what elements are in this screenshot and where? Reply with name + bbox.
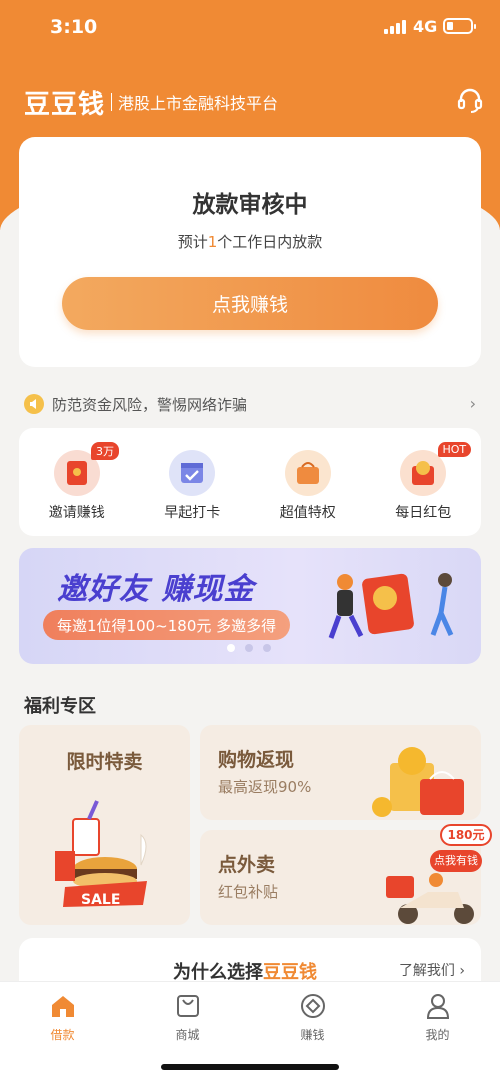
headset-icon[interactable] — [456, 86, 484, 114]
app-header: 豆豆钱 港股上市金融科技平台 — [24, 84, 484, 120]
quick-privilege[interactable]: 超值特权 — [250, 428, 366, 536]
quick-badge: 3万 — [91, 442, 119, 460]
tab-mine[interactable]: 我的 — [375, 982, 500, 1082]
app-slogan: 港股上市金融科技平台 — [118, 94, 279, 113]
takeout-card[interactable]: 点外卖 红包补贴 180元 点我有钱 — [200, 824, 492, 925]
shopping-bag-icon — [174, 992, 202, 1020]
banner-illustration — [328, 573, 454, 639]
flash-sale-title: 限时特卖 — [66, 751, 143, 773]
takeout-title: 点外卖 — [218, 854, 276, 876]
takeout-subtitle: 红包补贴 — [218, 883, 279, 901]
price-bubble: 180元 — [440, 824, 492, 846]
notice-text: 防范资金风险，警惕网络诈骗 — [52, 395, 248, 414]
cashback-title: 购物返现 — [218, 749, 295, 771]
fraud-notice[interactable]: 防范资金风险，警惕网络诈骗 › — [24, 392, 476, 416]
signal-icon — [384, 20, 406, 34]
subtitle-suffix: 个工作日内放款 — [217, 233, 323, 251]
loan-status-subtitle: 预计1个工作日内放款 — [19, 231, 481, 252]
quick-invite[interactable]: 3万 邀请赚钱 — [19, 428, 135, 536]
quick-daily-redpacket[interactable]: HOT 每日红包 — [366, 428, 482, 536]
tab-label: 借款 — [50, 1028, 75, 1042]
header-divider — [111, 93, 113, 111]
earn-icon — [299, 992, 327, 1020]
about-us-label: 了解我们 — [398, 963, 455, 979]
battery-icon — [443, 18, 476, 34]
earn-money-button[interactable]: 点我赚钱 — [62, 277, 438, 330]
app-logo: 豆豆钱 — [24, 89, 106, 120]
section-title: 福利专区 — [24, 696, 96, 717]
flash-sale-card[interactable]: 限时特卖 SALE — [19, 725, 190, 925]
quick-badge: HOT — [437, 442, 472, 457]
speaker-icon — [24, 394, 44, 414]
takeout-tag: 点我有钱 — [430, 850, 482, 872]
quick-label: 每日红包 — [395, 505, 452, 521]
subtitle-days: 1 — [207, 233, 218, 251]
subtitle-prefix: 预计 — [177, 233, 208, 251]
network-type: 4G — [413, 17, 438, 36]
loan-status-title: 放款审核中 — [192, 192, 308, 218]
quick-actions: 3万 邀请赚钱 早起打卡 超值特权 HOT 每日红包 — [19, 428, 481, 536]
loan-status-card: 放款审核中 预计1个工作日内放款 点我赚钱 — [19, 137, 481, 367]
status-bar: 3:10 4G — [0, 0, 500, 54]
tab-label: 商城 — [175, 1028, 200, 1042]
tab-label: 我的 — [425, 1028, 450, 1042]
calendar-check-icon — [169, 450, 216, 496]
cashback-card[interactable]: 购物返现 最高返现90% — [200, 725, 481, 820]
banner-subtitle: 每邀1位得100~180元 多邀多得 — [43, 610, 291, 640]
why-prefix: 为什么选择 — [173, 962, 263, 983]
profile-icon — [424, 992, 452, 1020]
carousel-dots — [227, 644, 271, 652]
delivery-scooter-illustration — [386, 873, 474, 924]
quick-label: 早起打卡 — [164, 505, 221, 521]
sale-tag: SALE — [81, 892, 121, 908]
tab-loan[interactable]: 借款 — [0, 982, 125, 1082]
about-us-link[interactable]: 了解我们 › — [399, 960, 465, 980]
why-brand: 豆豆钱 — [263, 962, 317, 983]
invite-banner[interactable]: 邀好友 赚现金 每邀1位得100~180元 多邀多得 — [19, 548, 481, 664]
shopping-illustration — [372, 747, 464, 817]
cashback-subtitle: 最高返现90% — [218, 778, 312, 796]
banner-title: 邀好友 赚现金 — [57, 572, 255, 607]
status-time: 3:10 — [50, 16, 98, 38]
home-indicator — [161, 1064, 339, 1070]
tab-label: 赚钱 — [300, 1028, 325, 1042]
chevron-right-icon: › — [469, 394, 476, 413]
gift-bag-icon — [284, 450, 331, 496]
quick-label: 邀请赚钱 — [48, 505, 105, 521]
quick-checkin[interactable]: 早起打卡 — [135, 428, 251, 536]
quick-label: 超值特权 — [279, 505, 336, 521]
home-icon — [49, 992, 77, 1020]
